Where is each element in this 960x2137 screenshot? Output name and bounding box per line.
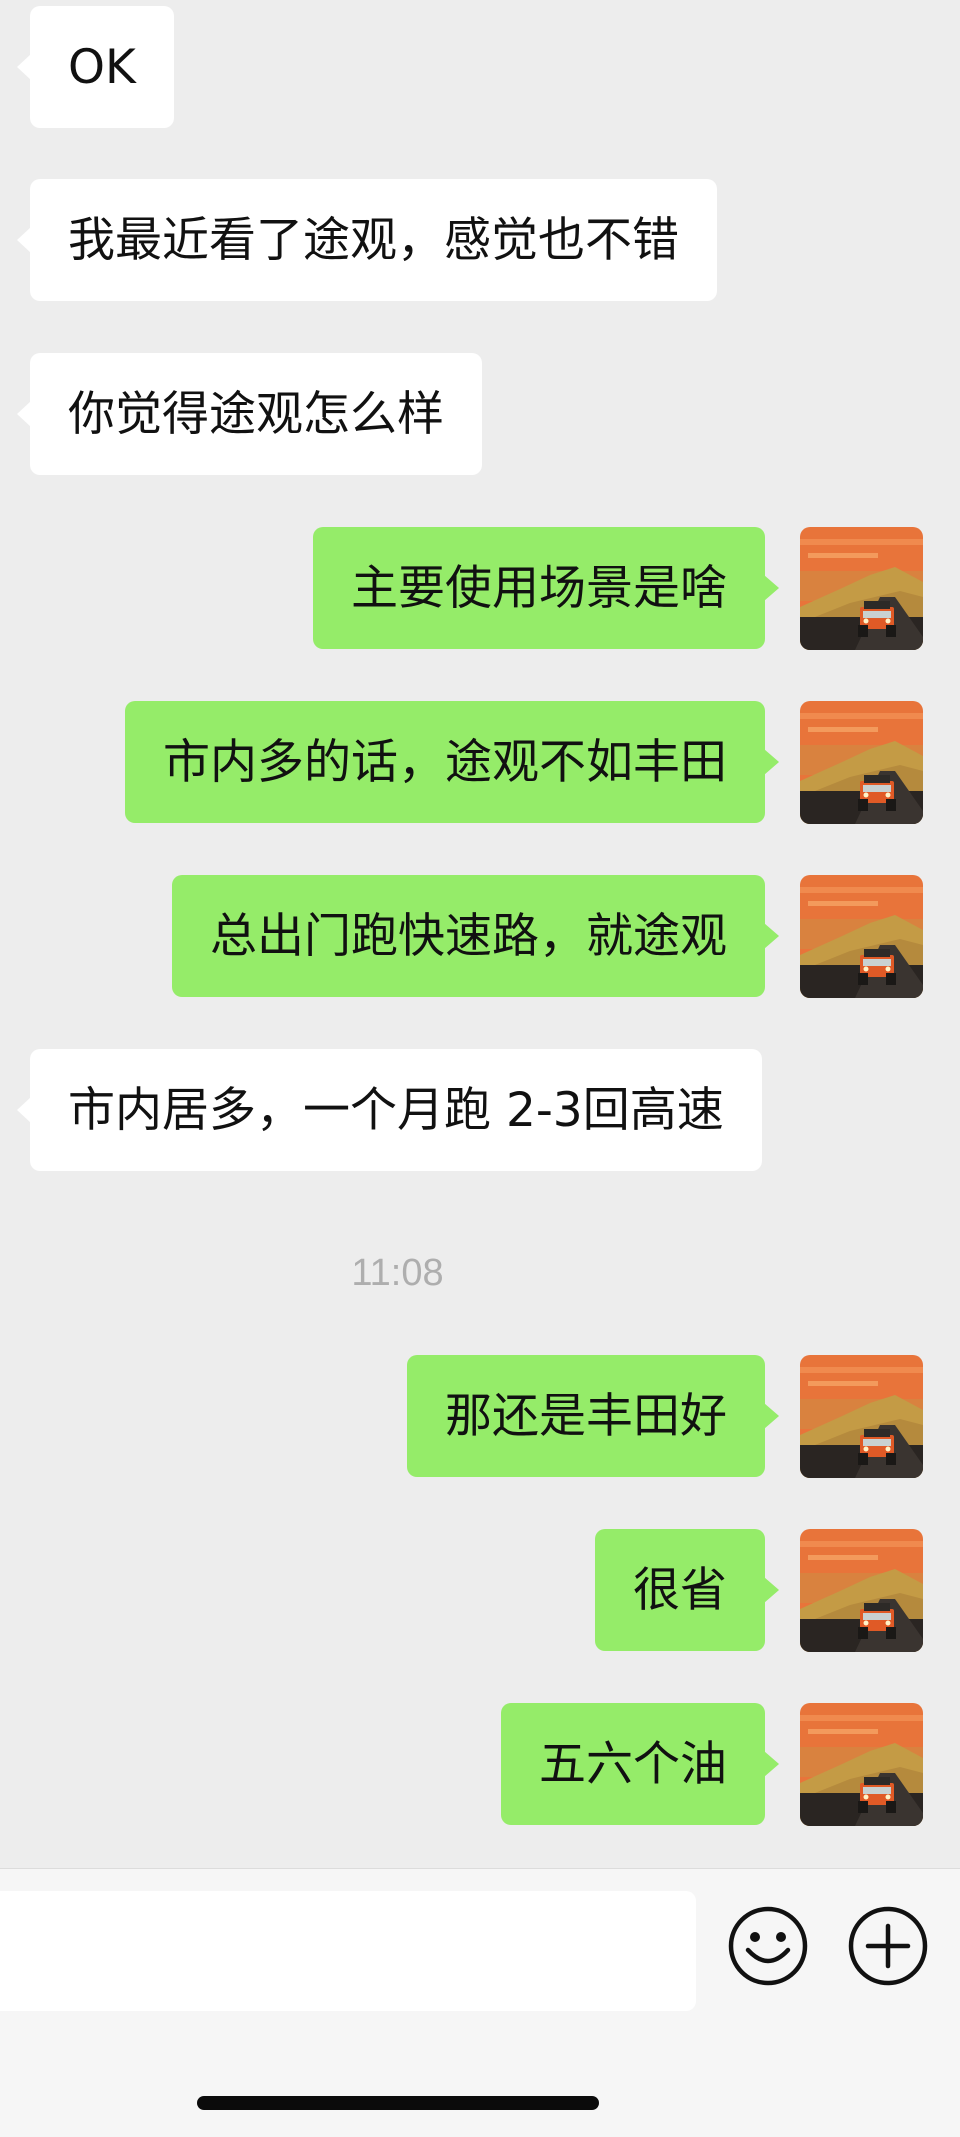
outgoing-message-bubble[interactable]: 很省: [595, 1529, 779, 1651]
user-avatar[interactable]: [800, 1703, 923, 1826]
message-text: 市内多的话，途观不如丰田: [163, 734, 727, 790]
message-row-outgoing: 五六个油: [0, 1703, 960, 1827]
message-text: 总出门跑快速路，就途观: [210, 908, 727, 964]
home-indicator: [197, 2096, 599, 2110]
message-row-incoming: OK: [0, 6, 960, 130]
plus-circle-icon: [848, 1906, 928, 1986]
message-text: OK: [68, 39, 136, 95]
orange-jeep-sunset-avatar: [800, 527, 923, 650]
outgoing-message-bubble[interactable]: 那还是丰田好: [407, 1355, 779, 1477]
message-text: 主要使用场景是啥: [351, 560, 727, 616]
orange-jeep-sunset-avatar: [800, 1529, 923, 1652]
message-text: 你觉得途观怎么样: [68, 386, 444, 442]
message-text: 五六个油: [539, 1736, 727, 1792]
message-text: 我最近看了途观，感觉也不错: [68, 212, 679, 268]
message-text: 那还是丰田好: [445, 1388, 727, 1444]
more-options-button[interactable]: [846, 1904, 930, 1988]
message-row-outgoing: 主要使用场景是啥: [0, 527, 960, 651]
user-avatar[interactable]: [800, 1529, 923, 1652]
user-avatar[interactable]: [800, 1355, 923, 1478]
message-row-outgoing: 那还是丰田好: [0, 1355, 960, 1479]
message-input[interactable]: [0, 1891, 696, 2011]
user-avatar[interactable]: [800, 701, 923, 824]
outgoing-message-bubble[interactable]: 总出门跑快速路，就途观: [172, 875, 779, 997]
outgoing-message-bubble[interactable]: 市内多的话，途观不如丰田: [125, 701, 779, 823]
message-row-incoming: 市内居多，一个月跑 2-3回高速: [0, 1049, 960, 1173]
emoji-button[interactable]: [726, 1904, 810, 1988]
user-avatar[interactable]: [800, 527, 923, 650]
orange-jeep-sunset-avatar: [800, 1355, 923, 1478]
orange-jeep-sunset-avatar: [800, 1703, 923, 1826]
message-row-incoming: 你觉得途观怎么样: [0, 353, 960, 477]
user-avatar[interactable]: [800, 875, 923, 998]
incoming-message-bubble[interactable]: 你觉得途观怎么样: [17, 353, 482, 475]
message-row-outgoing: 很省: [0, 1529, 960, 1653]
incoming-message-bubble[interactable]: OK: [17, 6, 174, 128]
message-row-incoming: 我最近看了途观，感觉也不错: [0, 179, 960, 303]
incoming-message-bubble[interactable]: 市内居多，一个月跑 2-3回高速: [17, 1049, 762, 1171]
chat-message-list[interactable]: OK 我最近看了途观，感觉也不错 你觉得途观怎么样 主要使用场景是啥 市内多的话…: [0, 0, 960, 1868]
outgoing-message-bubble[interactable]: 主要使用场景是啥: [313, 527, 779, 649]
smiley-face-icon: [728, 1906, 808, 1986]
message-text: 很省: [633, 1562, 727, 1618]
orange-jeep-sunset-avatar: [800, 875, 923, 998]
message-timestamp: 11:08: [351, 1252, 444, 1294]
orange-jeep-sunset-avatar: [800, 701, 923, 824]
incoming-message-bubble[interactable]: 我最近看了途观，感觉也不错: [17, 179, 717, 301]
message-text: 市内居多，一个月跑 2-3回高速: [68, 1082, 724, 1138]
message-row-outgoing: 总出门跑快速路，就途观: [0, 875, 960, 999]
outgoing-message-bubble[interactable]: 五六个油: [501, 1703, 779, 1825]
message-row-outgoing: 市内多的话，途观不如丰田: [0, 701, 960, 825]
